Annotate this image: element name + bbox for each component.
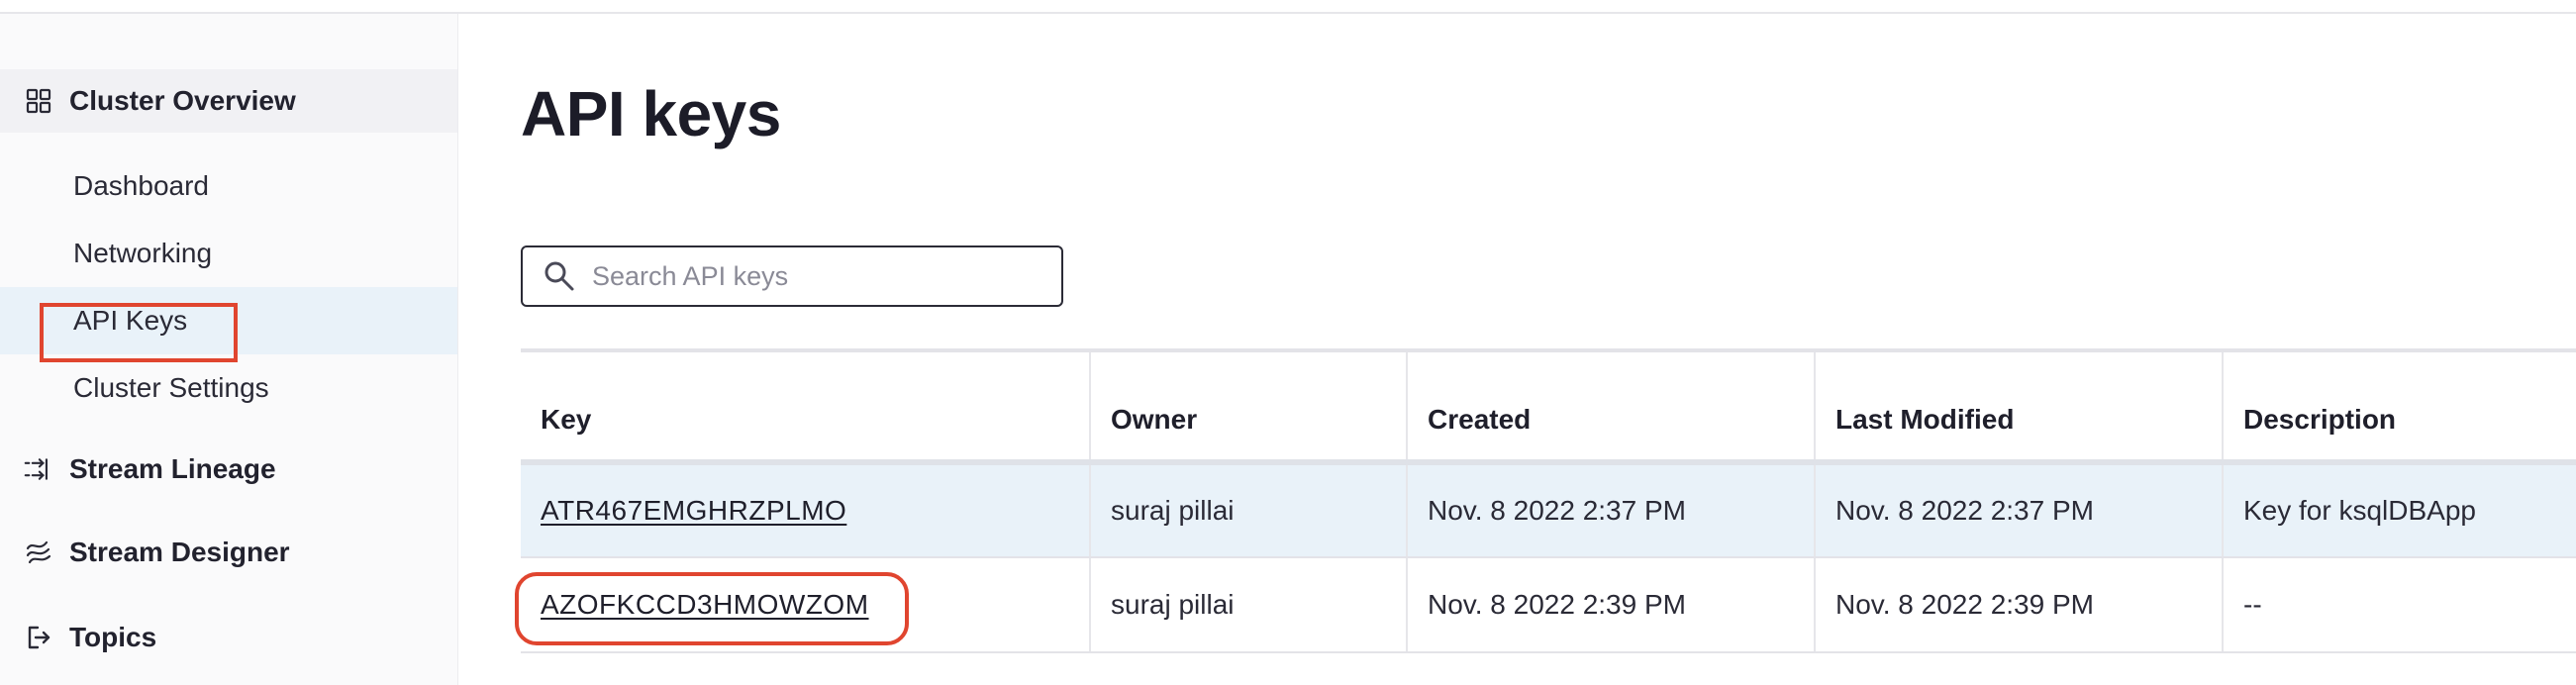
- sidebar: Cluster Overview Dashboard Networking AP…: [0, 14, 458, 685]
- owner-cell: suraj pillai: [1091, 558, 1408, 651]
- created-cell: Nov. 8 2022 2:37 PM: [1408, 465, 1816, 556]
- created-cell: Nov. 8 2022 2:39 PM: [1408, 558, 1816, 651]
- column-header-last-modified[interactable]: Last Modified: [1816, 352, 2224, 459]
- sidebar-item-label: Dashboard: [73, 170, 209, 201]
- main-content: API keys Key Owner Created Last Modified…: [457, 14, 2576, 685]
- page-title: API keys: [521, 78, 781, 149]
- designer-icon: [24, 538, 53, 567]
- annotation-highlight-key: [515, 572, 909, 645]
- sidebar-section-label: Topics: [69, 622, 157, 652]
- sidebar-item-cluster-overview[interactable]: Cluster Overview: [0, 69, 457, 133]
- sidebar-item-cluster-settings[interactable]: Cluster Settings: [0, 354, 457, 422]
- annotation-highlight-api-keys: [40, 303, 238, 362]
- sidebar-section-label: Stream Lineage: [69, 453, 276, 484]
- table-header: Key Owner Created Last Modified Descript…: [521, 352, 2576, 465]
- table-row[interactable]: ATR467EMGHRZPLMO suraj pillai Nov. 8 202…: [521, 465, 2576, 558]
- sidebar-section-label: Cluster Overview: [69, 85, 296, 116]
- sidebar-item-label: Networking: [73, 238, 213, 268]
- column-header-description[interactable]: Description: [2224, 352, 2576, 459]
- modified-cell: Nov. 8 2022 2:37 PM: [1816, 465, 2224, 556]
- sidebar-item-dashboard[interactable]: Dashboard: [0, 152, 457, 220]
- column-header-owner[interactable]: Owner: [1091, 352, 1408, 459]
- search-icon: [543, 259, 576, 293]
- sidebar-item-stream-lineage[interactable]: Stream Lineage: [0, 438, 457, 501]
- sidebar-section-label: Stream Designer: [69, 537, 290, 567]
- sidebar-item-networking[interactable]: Networking: [0, 220, 457, 287]
- sidebar-item-stream-designer[interactable]: Stream Designer: [0, 521, 457, 584]
- sidebar-item-topics[interactable]: Topics: [0, 606, 457, 669]
- search-input[interactable]: [590, 259, 1049, 293]
- sidebar-item-label: Cluster Settings: [73, 372, 269, 403]
- description-cell: --: [2243, 589, 2262, 620]
- search-field[interactable]: [521, 245, 1063, 307]
- grid-icon: [24, 86, 53, 116]
- description-cell: Key for ksqlDBApp: [2243, 495, 2476, 526]
- owner-cell: suraj pillai: [1091, 465, 1408, 556]
- topics-icon: [24, 623, 53, 652]
- api-key-link[interactable]: ATR467EMGHRZPLMO: [541, 495, 846, 527]
- modified-cell: Nov. 8 2022 2:39 PM: [1816, 558, 2224, 651]
- lineage-icon: [24, 454, 53, 484]
- key-cell: ATR467EMGHRZPLMO: [521, 465, 1091, 556]
- column-header-created[interactable]: Created: [1408, 352, 1816, 459]
- column-header-key[interactable]: Key: [521, 352, 1091, 459]
